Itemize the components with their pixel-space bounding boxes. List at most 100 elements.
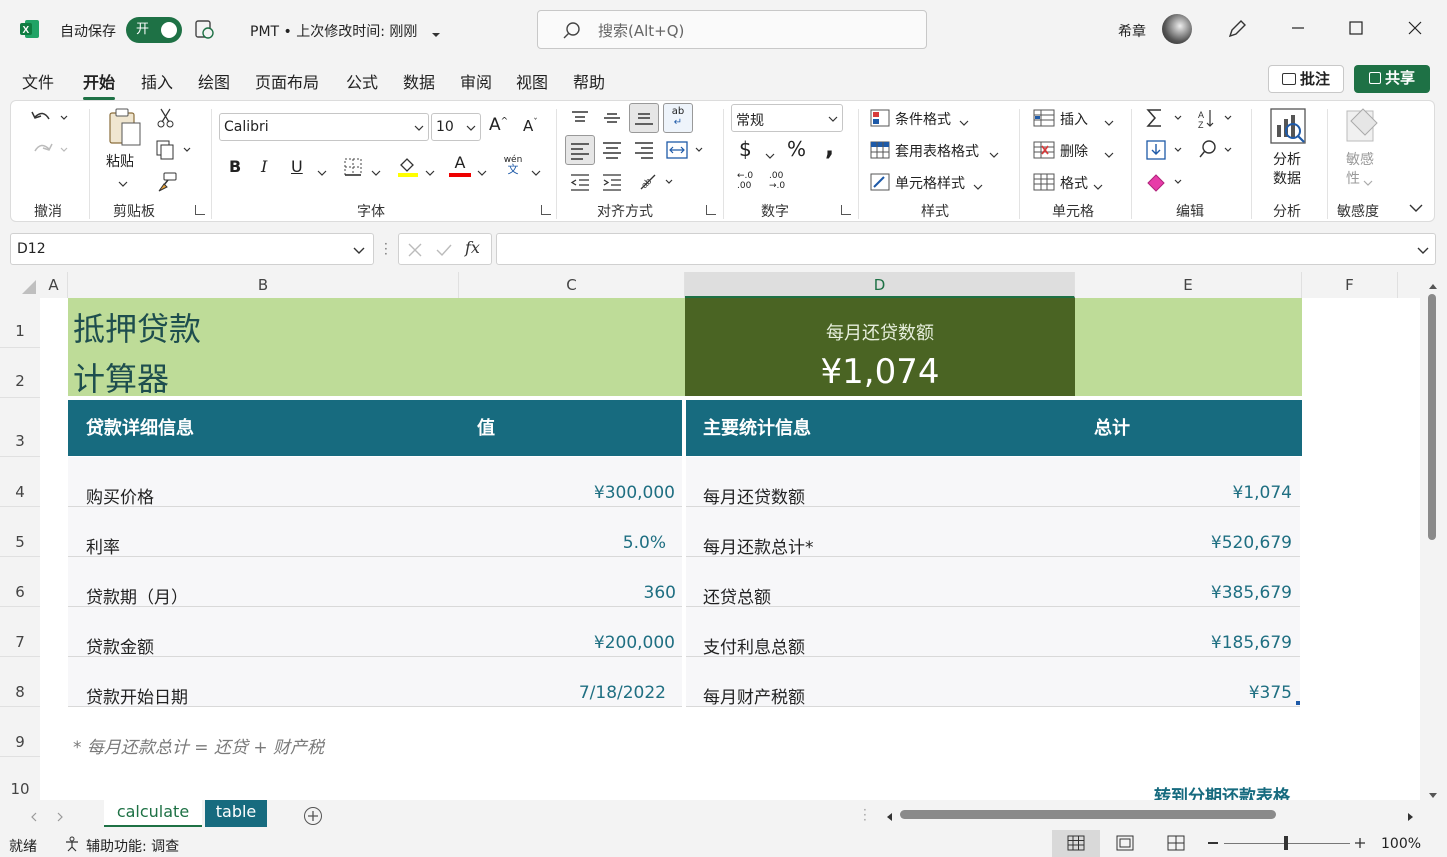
cut-icon[interactable] [156, 107, 176, 129]
align-bottom-icon[interactable] [629, 103, 659, 133]
wrap-text-icon[interactable]: ab ↵ [663, 103, 693, 133]
dialog-launcher-icon[interactable] [195, 205, 205, 215]
comments-button[interactable]: 批注 [1268, 65, 1344, 93]
more-options-icon[interactable]: · · · [384, 238, 388, 260]
scroll-left-icon[interactable] [885, 810, 893, 821]
pen-icon[interactable] [1226, 18, 1248, 40]
font-name-select[interactable]: Calibri [219, 113, 429, 141]
column-header-e[interactable]: E [1075, 272, 1302, 298]
row-header-2[interactable]: 2 [0, 348, 40, 398]
title-fill-e[interactable] [1075, 298, 1302, 396]
undo-icon[interactable] [29, 107, 69, 129]
tab-help[interactable]: 帮助 [573, 69, 605, 93]
insert-button[interactable]: 插入 [1060, 109, 1088, 129]
format-painter-icon[interactable] [156, 171, 178, 193]
clear-icon[interactable] [1145, 171, 1185, 193]
page-layout-view-icon[interactable] [1116, 835, 1134, 851]
align-middle-icon[interactable] [601, 109, 623, 127]
increase-indent-icon[interactable] [601, 171, 623, 193]
sheet-tab-table[interactable]: table [205, 800, 267, 827]
conditional-format-button[interactable]: 条件格式 [895, 109, 951, 129]
avatar[interactable] [1162, 14, 1192, 44]
row-header-4[interactable]: 4 [0, 457, 40, 507]
sheet-tab-calculate[interactable]: calculate [104, 800, 202, 827]
tab-review[interactable]: 审阅 [460, 69, 492, 93]
cell-styles-button[interactable]: 单元格样式 [895, 173, 965, 193]
chevron-down-icon[interactable] [477, 164, 487, 176]
tab-insert[interactable]: 插入 [141, 69, 173, 93]
sensitivity-line1[interactable]: 敏感 [1346, 149, 1374, 169]
analyze-data-line2[interactable]: 数据 [1273, 168, 1301, 188]
sensitivity-icon[interactable] [1343, 105, 1381, 145]
dialog-launcher-icon[interactable] [706, 205, 716, 215]
underline-icon[interactable]: U [291, 157, 303, 176]
column-header-b[interactable]: B [68, 272, 459, 298]
document-title[interactable]: PMT • 上次修改时间: 刚刚 [250, 21, 417, 41]
vertical-scrollbar[interactable] [1420, 272, 1447, 802]
format-button[interactable]: 格式 [1060, 173, 1088, 193]
horizontal-scrollbar[interactable] [900, 810, 1276, 819]
tab-scroll-left-icon[interactable] [30, 810, 38, 822]
chevron-down-icon[interactable] [317, 164, 327, 176]
chevron-down-icon[interactable] [425, 164, 435, 176]
orientation-icon[interactable]: ab [637, 171, 677, 193]
row-header-8[interactable]: 8 [0, 657, 40, 707]
decrease-font-icon[interactable]: Aˇ [523, 117, 547, 139]
tab-data[interactable]: 数据 [403, 69, 435, 93]
decrease-decimal-icon[interactable]: .00 →.0 [769, 171, 795, 195]
status-accessibility[interactable]: 辅助功能: 调查 [86, 836, 179, 856]
collapse-ribbon-icon[interactable] [1409, 201, 1423, 212]
find-select-icon[interactable] [1197, 139, 1237, 161]
format-as-table-button[interactable]: 套用表格格式 [895, 141, 979, 161]
tab-page-layout[interactable]: 页面布局 [255, 69, 319, 93]
row-header-6[interactable]: 6 [0, 557, 40, 607]
number-format-select[interactable]: 常规 [731, 104, 843, 132]
cancel-icon[interactable] [407, 242, 423, 258]
zoom-level[interactable]: 100% [1381, 836, 1421, 852]
font-size-select[interactable]: 10 [431, 113, 481, 141]
zoom-in-icon[interactable] [1354, 837, 1366, 849]
delete-button[interactable]: 删除 [1060, 141, 1088, 161]
search-box[interactable]: 搜索(Alt+Q) [537, 10, 927, 49]
row-header-1[interactable]: 1 [0, 298, 40, 348]
align-top-icon[interactable] [569, 109, 591, 127]
column-header-f[interactable]: F [1302, 272, 1398, 298]
chevron-down-icon[interactable] [1363, 174, 1373, 186]
scroll-up-icon[interactable] [1428, 278, 1438, 289]
dialog-launcher-icon[interactable] [841, 205, 851, 215]
borders-icon[interactable] [343, 157, 363, 177]
tab-draw[interactable]: 绘图 [198, 69, 230, 93]
decrease-indent-icon[interactable] [569, 171, 591, 193]
dialog-launcher-icon[interactable] [541, 205, 551, 215]
autosum-icon[interactable] [1145, 107, 1185, 129]
row-header-10[interactable]: 10 [0, 757, 40, 802]
comma-style-icon[interactable]: , [825, 133, 834, 161]
vertical-scroll-thumb[interactable] [1428, 294, 1436, 540]
column-header-a[interactable]: A [40, 272, 68, 298]
fill-icon[interactable] [1145, 139, 1185, 161]
redo-icon[interactable] [29, 139, 69, 161]
bold-icon[interactable]: B [229, 157, 241, 176]
copy-icon[interactable] [154, 139, 194, 161]
align-center-icon[interactable] [601, 139, 623, 161]
chevron-down-icon[interactable] [765, 147, 775, 159]
zoom-out-icon[interactable] [1208, 842, 1218, 844]
chevron-down-icon[interactable] [371, 164, 381, 176]
page-break-view-icon[interactable] [1167, 835, 1185, 851]
worksheet[interactable]: A B C D E F 1 2 3 4 5 6 7 8 9 10 抵押贷款 计算… [0, 272, 1447, 807]
paste-icon[interactable] [106, 107, 142, 149]
more-options-icon[interactable]: · · · [863, 804, 867, 826]
increase-font-icon[interactable]: A^ [489, 115, 513, 137]
tab-scroll-right-icon[interactable] [56, 810, 64, 822]
chevron-down-icon[interactable] [973, 178, 983, 190]
chevron-down-icon[interactable] [118, 175, 128, 187]
tab-formulas[interactable]: 公式 [346, 69, 378, 93]
chevron-down-icon[interactable] [1093, 178, 1103, 190]
column-header-d[interactable]: D [685, 272, 1075, 298]
merge-center-icon[interactable] [665, 139, 705, 161]
column-header-c[interactable]: C [459, 272, 685, 298]
row-header-3[interactable]: 3 [0, 398, 40, 457]
share-button[interactable]: 共享 [1354, 65, 1430, 93]
currency-icon[interactable]: $ [739, 137, 752, 161]
sensitivity-line2[interactable]: 性 [1346, 168, 1360, 188]
